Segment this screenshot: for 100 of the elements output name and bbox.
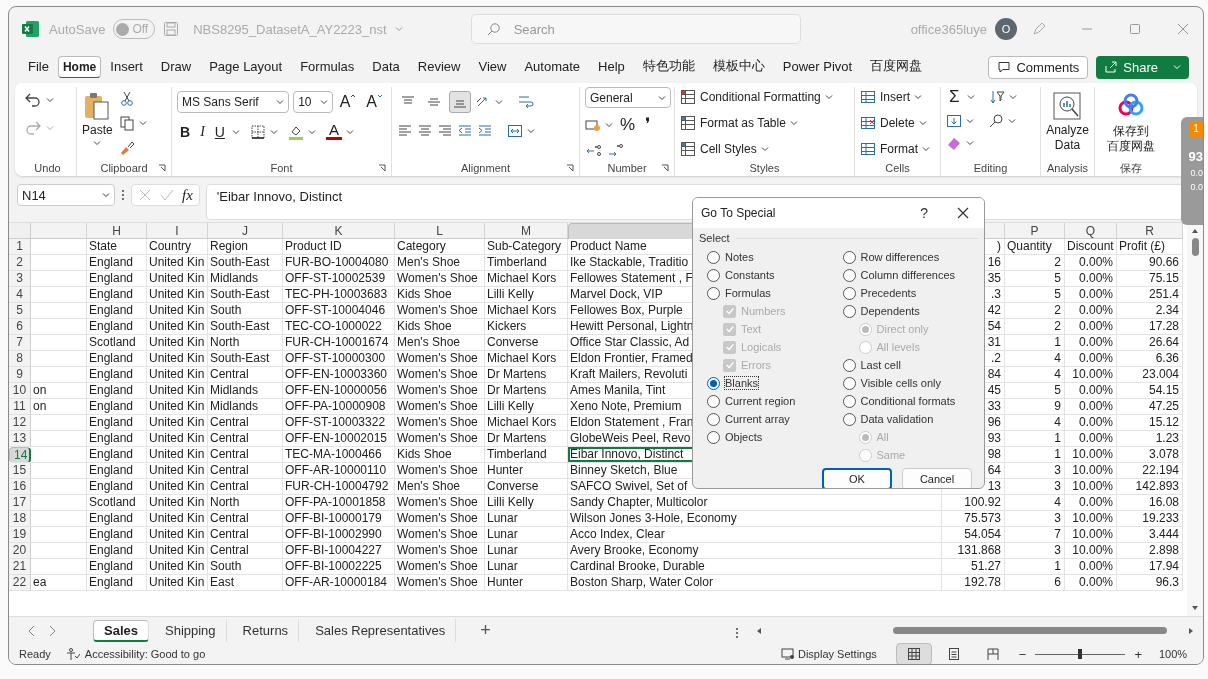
table-cell: Central <box>208 511 283 527</box>
table-cell: 75.573 <box>942 511 1005 527</box>
table-cell: 0.00% <box>1065 415 1117 431</box>
table-cell: South-East <box>208 287 283 303</box>
table-cell: 2.34 <box>1117 303 1183 319</box>
table-cell: ea <box>31 575 87 591</box>
table-cell: Converse <box>485 335 568 351</box>
group-label: Undo <box>34 162 61 174</box>
table-cell: England <box>87 463 147 479</box>
table-cell: 22.194 <box>1117 463 1183 479</box>
table-cell: Women's Shoe <box>395 511 485 527</box>
shield-badge: 1 <box>1189 121 1203 137</box>
table-cell: 0.00% <box>1065 303 1117 319</box>
table-cell: 2.898 <box>1117 543 1183 559</box>
table-cell: 23.004 <box>1117 367 1183 383</box>
table-cell: 0.00% <box>1065 431 1117 447</box>
table-cell: 0.00% <box>1065 271 1117 287</box>
table-cell: Category <box>395 239 485 255</box>
table-cell: 54.15 <box>1117 383 1183 399</box>
table-cell: 0.00% <box>1065 383 1117 399</box>
table-cell: 4 <box>1005 367 1065 383</box>
table-cell: OFF-EN-10002015 <box>283 431 395 447</box>
table-cell: United Kin <box>147 543 208 559</box>
table-cell: OFF-ST-10000300 <box>283 351 395 367</box>
table-cell: England <box>87 415 147 431</box>
status-text: Ready <box>19 648 51 660</box>
table-cell: 2 <box>1005 319 1065 335</box>
table-cell: United Kin <box>147 415 208 431</box>
table-cell: OFF-AR-10000110 <box>283 463 395 479</box>
table-cell: United Kin <box>147 447 208 463</box>
table-cell: Discount <box>1065 239 1117 255</box>
table-cell: Women's Shoe <box>395 399 485 415</box>
table-cell: Michael Kors <box>485 303 568 319</box>
table-cell: England <box>87 447 147 463</box>
table-cell: 2 <box>1005 255 1065 271</box>
table-cell: Wilson Jones 3-Hole, Economy <box>568 511 942 527</box>
table-cell: 10.00% <box>1065 367 1117 383</box>
table-cell: TEC-PH-10003683 <box>283 287 395 303</box>
table-cell: Central <box>208 431 283 447</box>
table-cell: 26.64 <box>1117 335 1183 351</box>
autosave-label: AutoSave <box>49 21 106 37</box>
table-cell: United Kin <box>147 303 208 319</box>
table-cell: Lunar <box>485 559 568 575</box>
table-cell: Women's Shoe <box>395 495 485 511</box>
table-cell: 192.78 <box>942 575 1005 591</box>
table-cell: Hunter <box>485 463 568 479</box>
table-cell: OFF-BI-10002225 <box>283 559 395 575</box>
table-cell: Michael Kors <box>485 271 568 287</box>
table-cell: South-East <box>208 255 283 271</box>
table-cell: 75.15 <box>1117 271 1183 287</box>
table-cell: United Kin <box>147 431 208 447</box>
table-cell: 0.00% <box>1065 287 1117 303</box>
table-cell: Women's Shoe <box>395 383 485 399</box>
table-cell: United Kin <box>147 463 208 479</box>
table-cell: United Kin <box>147 575 208 591</box>
table-cell: England <box>87 271 147 287</box>
table-cell: 0.00% <box>1065 255 1117 271</box>
table-cell: on <box>31 399 87 415</box>
table-cell: Michael Kors <box>485 415 568 431</box>
table-cell: Midlands <box>208 271 283 287</box>
table-cell: England <box>87 399 147 415</box>
table-cell: Quantity <box>1005 239 1065 255</box>
table-cell: England <box>87 383 147 399</box>
table-cell: United Kin <box>147 335 208 351</box>
upload-speed: 0.0 <box>1190 168 1203 178</box>
table-cell: Midlands <box>208 399 283 415</box>
table-cell: 3.078 <box>1117 447 1183 463</box>
table-cell: South <box>208 303 283 319</box>
table-cell: Sandy Chapter, Multicolor <box>568 495 942 511</box>
table-cell: 3 <box>1005 543 1065 559</box>
table-cell: South-East <box>208 319 283 335</box>
table-cell: Central <box>208 479 283 495</box>
table-cell: 0.00% <box>1065 335 1117 351</box>
group-label: Alignment <box>461 162 510 174</box>
table-cell: England <box>87 479 147 495</box>
table-cell: United Kin <box>147 479 208 495</box>
table-cell: Sub-Category <box>485 239 568 255</box>
table-cell: Kids Shoe <box>395 447 485 463</box>
table-cell: 5 <box>1005 383 1065 399</box>
table-cell: Women's Shoe <box>395 303 485 319</box>
table-cell: 251.4 <box>1117 287 1183 303</box>
table-cell: 1 <box>1005 447 1065 463</box>
table-cell: 16.08 <box>1117 495 1183 511</box>
table-cell: 0.00% <box>1065 399 1117 415</box>
table-cell: United Kin <box>147 287 208 303</box>
table-cell: England <box>87 527 147 543</box>
table-cell: 3.444 <box>1117 527 1183 543</box>
user-name: office365luye <box>910 21 987 37</box>
dialog-title: Go To Special <box>701 206 776 220</box>
table-cell: Men's Shoe <box>395 335 485 351</box>
table-cell: 3 <box>1005 511 1065 527</box>
table-cell: 5 <box>1005 287 1065 303</box>
table-cell: 0.00% <box>1065 559 1117 575</box>
table-cell: Women's Shoe <box>395 543 485 559</box>
table-cell: 47.25 <box>1117 399 1183 415</box>
table-cell: Women's Shoe <box>395 367 485 383</box>
table-cell: United Kin <box>147 495 208 511</box>
table-cell: FUR-BO-10004080 <box>283 255 395 271</box>
table-cell: United Kin <box>147 255 208 271</box>
table-cell: 10.00% <box>1065 527 1117 543</box>
